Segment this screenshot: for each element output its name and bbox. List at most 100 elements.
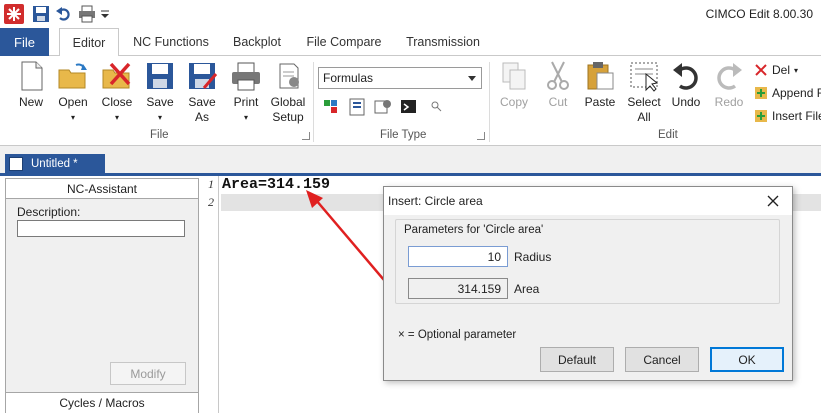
redo-button[interactable]: Redo (711, 60, 747, 110)
append-file-label: Append F (772, 86, 821, 100)
file-type-group-label: File Type (380, 129, 427, 141)
save-button[interactable]: Save ▾ (142, 60, 178, 125)
save-as-button[interactable]: Save As (184, 60, 220, 125)
scissors-icon (547, 61, 569, 90)
group-separator (313, 62, 314, 142)
save-as-icon (189, 63, 218, 89)
insert-file-icon (755, 110, 767, 122)
select-all-label-1: Select (627, 95, 661, 109)
save-label: Save (146, 95, 174, 109)
ribbon: New Open ▾ Close ▾ Save ▾ Save As Print … (0, 56, 821, 146)
delete-button[interactable]: Del ▾ (754, 63, 798, 77)
configure-icon[interactable] (374, 98, 392, 116)
search-icon[interactable] (430, 98, 444, 116)
colorize-icon[interactable] (322, 98, 340, 116)
print-button[interactable]: Print ▾ (228, 60, 264, 125)
modify-button[interactable]: Modify (110, 362, 186, 385)
cut-label: Cut (548, 95, 568, 109)
append-file-button[interactable]: Append F (754, 86, 821, 100)
cut-button[interactable]: Cut (540, 60, 576, 110)
description-label: Description: (17, 205, 81, 219)
undo-icon[interactable] (55, 5, 73, 23)
paste-clipboard-icon (587, 62, 614, 90)
dialog-title: Insert: Circle area (384, 187, 792, 215)
cancel-button[interactable]: Cancel (625, 347, 699, 372)
save-as-label-1: Save (188, 95, 216, 109)
line-number-gutter: 1 2 (201, 176, 219, 413)
close-button[interactable]: Close ▾ (99, 60, 135, 125)
nc-assistant-header: NC-Assistant (6, 179, 198, 199)
copy-label: Copy (499, 95, 528, 109)
close-file-icon (102, 62, 131, 89)
printer-icon (232, 62, 260, 91)
new-label: New (18, 95, 43, 109)
cycles-macros-header[interactable]: Cycles / Macros (6, 392, 198, 413)
select-all-button[interactable]: Select All (625, 60, 663, 125)
insert-file-button[interactable]: Insert File (754, 109, 821, 123)
tab-transmission[interactable]: Transmission (397, 28, 489, 56)
new-document-icon (21, 61, 43, 91)
select-all-icon (630, 62, 659, 92)
tab-file-compare[interactable]: File Compare (298, 28, 390, 56)
parameters-legend: Parameters for 'Circle area' (402, 224, 546, 236)
document-tab-bar: Untitled * (0, 146, 821, 176)
redo-arrow-icon (717, 63, 742, 90)
delete-label: Del (772, 63, 791, 77)
open-button[interactable]: Open ▾ (55, 60, 91, 125)
area-label: Area (514, 282, 540, 296)
tab-editor[interactable]: Editor (59, 28, 119, 57)
area-field[interactable]: 314.159 (408, 278, 508, 299)
file-group-label: File (150, 129, 169, 141)
tab-backplot[interactable]: Backplot (222, 28, 292, 56)
chevron-down-icon (468, 76, 476, 81)
ok-button[interactable]: OK (710, 347, 784, 372)
nc-assistant-panel: NC-Assistant Description: Modify Cycles … (5, 178, 199, 413)
paste-button[interactable]: Paste (582, 60, 618, 110)
tab-nc-functions[interactable]: NC Functions (125, 28, 217, 56)
undo-button[interactable]: Undo (668, 60, 704, 110)
close-dropdown-icon: ▾ (114, 113, 119, 122)
print-dropdown-icon: ▾ (243, 113, 248, 122)
file-type-settings-icon[interactable] (348, 98, 366, 116)
app-logo-icon (4, 4, 24, 24)
ribbon-tabs: File Editor NC Functions Backplot File C… (0, 28, 821, 57)
group-separator (489, 62, 490, 142)
tab-file[interactable]: File (0, 28, 49, 56)
code-line[interactable]: Area=314.159 (222, 176, 330, 193)
radius-field[interactable]: 10 (408, 246, 508, 267)
global-setup-button[interactable]: Global Setup (268, 60, 308, 125)
open-folder-icon (58, 63, 87, 89)
copy-button[interactable]: Copy (496, 60, 532, 110)
parameters-group: Parameters for 'Circle area' 10 Radius 3… (395, 219, 780, 304)
default-button[interactable]: Default (540, 347, 614, 372)
description-field[interactable] (17, 220, 185, 237)
delete-dropdown-icon: ▾ (794, 65, 799, 75)
close-icon[interactable] (764, 192, 782, 210)
file-group-launcher-icon[interactable] (302, 132, 310, 140)
title-bar: CIMCO Edit 8.00.30 (0, 0, 821, 28)
select-all-label-2: All (637, 110, 651, 124)
file-type-group-launcher-icon[interactable] (477, 132, 485, 140)
line-number: 2 (208, 195, 214, 209)
new-button[interactable]: New (14, 60, 48, 110)
print-icon[interactable] (78, 5, 96, 23)
window-title: CIMCO Edit 8.00.30 (705, 7, 813, 21)
file-type-combo-value: Formulas (323, 71, 374, 85)
save-disk-icon (147, 63, 173, 89)
terminal-icon[interactable] (400, 98, 418, 116)
insert-file-label: Insert File (772, 109, 821, 123)
open-dropdown-icon: ▾ (70, 113, 75, 122)
global-setup-label-2: Setup (272, 110, 304, 124)
global-setup-label-1: Global (270, 95, 306, 109)
append-file-icon (755, 87, 767, 99)
radius-label: Radius (514, 250, 552, 264)
file-type-combo[interactable]: Formulas (318, 67, 482, 89)
save-dropdown-icon: ▾ (157, 113, 162, 122)
document-tab-untitled[interactable]: Untitled * (5, 154, 105, 174)
global-setup-icon (279, 63, 299, 89)
save-icon[interactable] (32, 5, 50, 23)
customize-quick-access-icon[interactable] (100, 5, 110, 23)
optional-parameter-note: × = Optional parameter (398, 329, 517, 341)
delete-x-icon (755, 64, 767, 76)
insert-circle-area-dialog: Insert: Circle area Parameters for 'Circ… (383, 186, 793, 381)
